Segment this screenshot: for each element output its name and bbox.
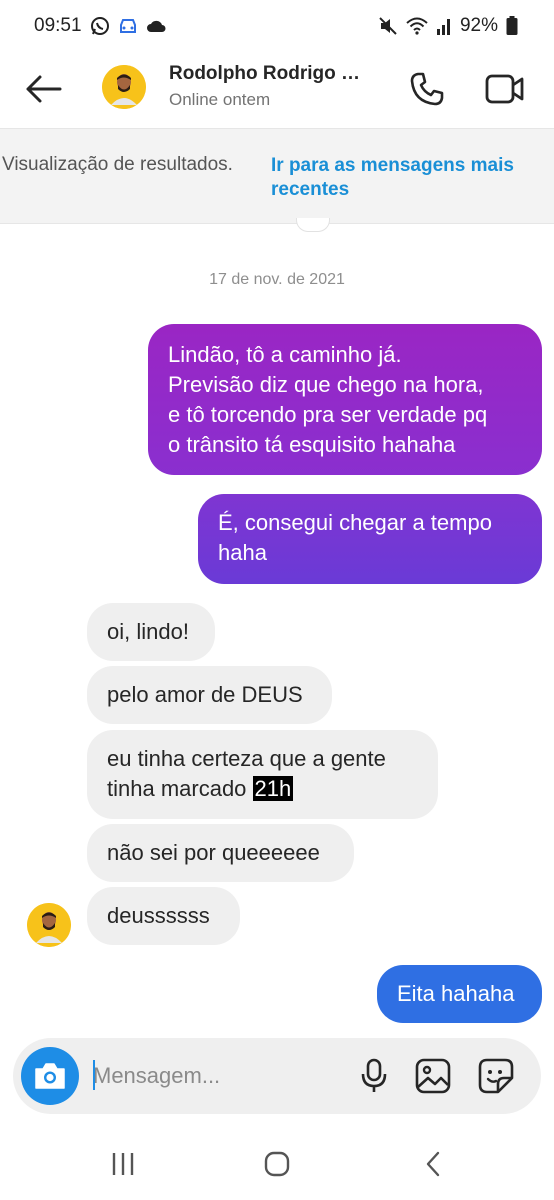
back-button[interactable]	[22, 68, 64, 110]
call-button[interactable]	[404, 66, 450, 112]
sender-avatar[interactable]	[27, 903, 71, 947]
video-call-button[interactable]	[480, 66, 530, 112]
gallery-button[interactable]	[413, 1056, 453, 1096]
status-bar: 09:51 92%	[0, 0, 554, 52]
microphone-icon	[361, 1058, 387, 1092]
text-caret	[93, 1060, 95, 1090]
results-preview-banner: Visualização de resultados. Ir para as m…	[0, 128, 554, 224]
message-text: tinha marcado	[107, 776, 253, 801]
battery-label: 92%	[459, 15, 498, 36]
search-highlight: 21h	[252, 776, 294, 801]
message-incoming[interactable]: eu tinha certeza que a gente tinha marca…	[87, 730, 438, 819]
car-icon	[118, 17, 138, 35]
jump-to-recent-link[interactable]: Ir para as mensagens mais recentes	[271, 154, 551, 202]
home-icon	[264, 1151, 290, 1177]
message-outgoing[interactable]: Eita hahaha	[377, 965, 542, 1023]
status-right: 92%	[378, 15, 518, 37]
status-left: 09:51	[34, 15, 166, 37]
message-text: Eita hahaha	[397, 981, 515, 1006]
recents-button[interactable]	[100, 1144, 146, 1184]
message-outgoing[interactable]: Lindão, tô a caminho já. Previsão diz qu…	[148, 324, 542, 475]
camera-button[interactable]	[21, 1047, 79, 1105]
banner-text: Visualização de resultados.	[2, 154, 233, 175]
message-line: o trânsito tá esquisito hahaha	[168, 432, 456, 457]
contact-status: Online ontem	[169, 90, 271, 109]
video-camera-icon	[485, 74, 524, 104]
message-input[interactable]	[93, 1058, 343, 1094]
avatar[interactable]	[102, 65, 146, 109]
message-line: haha	[218, 540, 267, 565]
chat-header: Rodolpho Rodrigo … Online ontem	[0, 52, 554, 128]
message-composer	[13, 1038, 541, 1114]
recents-icon	[112, 1153, 134, 1175]
message-incoming[interactable]: pelo amor de DEUS	[87, 666, 332, 724]
message-line: e tô torcendo pra ser verdade pq	[168, 402, 488, 427]
signal-icon	[436, 17, 452, 35]
phone-icon	[410, 72, 444, 106]
back-arrow-icon	[26, 75, 62, 103]
back-icon	[426, 1151, 440, 1177]
message-text: pelo amor de DEUS	[107, 682, 303, 707]
message-incoming[interactable]: não sei por queeeeee	[87, 824, 354, 882]
message-line: tinha marcado 21h	[107, 774, 418, 804]
message-line: Previsão diz que chego na hora,	[168, 372, 484, 397]
sticker-icon	[478, 1058, 514, 1094]
message-line: Lindão, tô a caminho já.	[168, 342, 402, 367]
status-time: 09:51	[34, 15, 82, 36]
battery-icon	[506, 16, 518, 36]
message-line: eu tinha certeza que a gente	[107, 746, 386, 771]
sticker-button[interactable]	[476, 1056, 516, 1096]
home-button[interactable]	[254, 1144, 300, 1184]
contact-name[interactable]: Rodolpho Rodrigo …	[169, 63, 360, 85]
message-text: oi, lindo!	[107, 619, 189, 644]
cloud-icon	[146, 19, 166, 33]
voice-message-button[interactable]	[354, 1056, 394, 1096]
gallery-icon	[415, 1058, 451, 1094]
message-outgoing[interactable]: É, consegui chegar a tempo haha	[198, 494, 542, 584]
date-separator: 17 de nov. de 2021	[209, 271, 345, 288]
message-text: deussssss	[107, 903, 210, 928]
banner-handle	[296, 218, 330, 232]
camera-icon	[35, 1063, 65, 1089]
message-line: É, consegui chegar a tempo	[218, 510, 492, 535]
wifi-icon	[406, 17, 428, 35]
mute-icon	[378, 16, 398, 36]
message-text: não sei por queeeeee	[107, 840, 320, 865]
message-incoming[interactable]: deussssss	[87, 887, 240, 945]
system-nav-bar	[0, 1130, 554, 1200]
message-incoming[interactable]: oi, lindo!	[87, 603, 215, 661]
whatsapp-icon	[90, 16, 110, 36]
system-back-button[interactable]	[410, 1144, 456, 1184]
